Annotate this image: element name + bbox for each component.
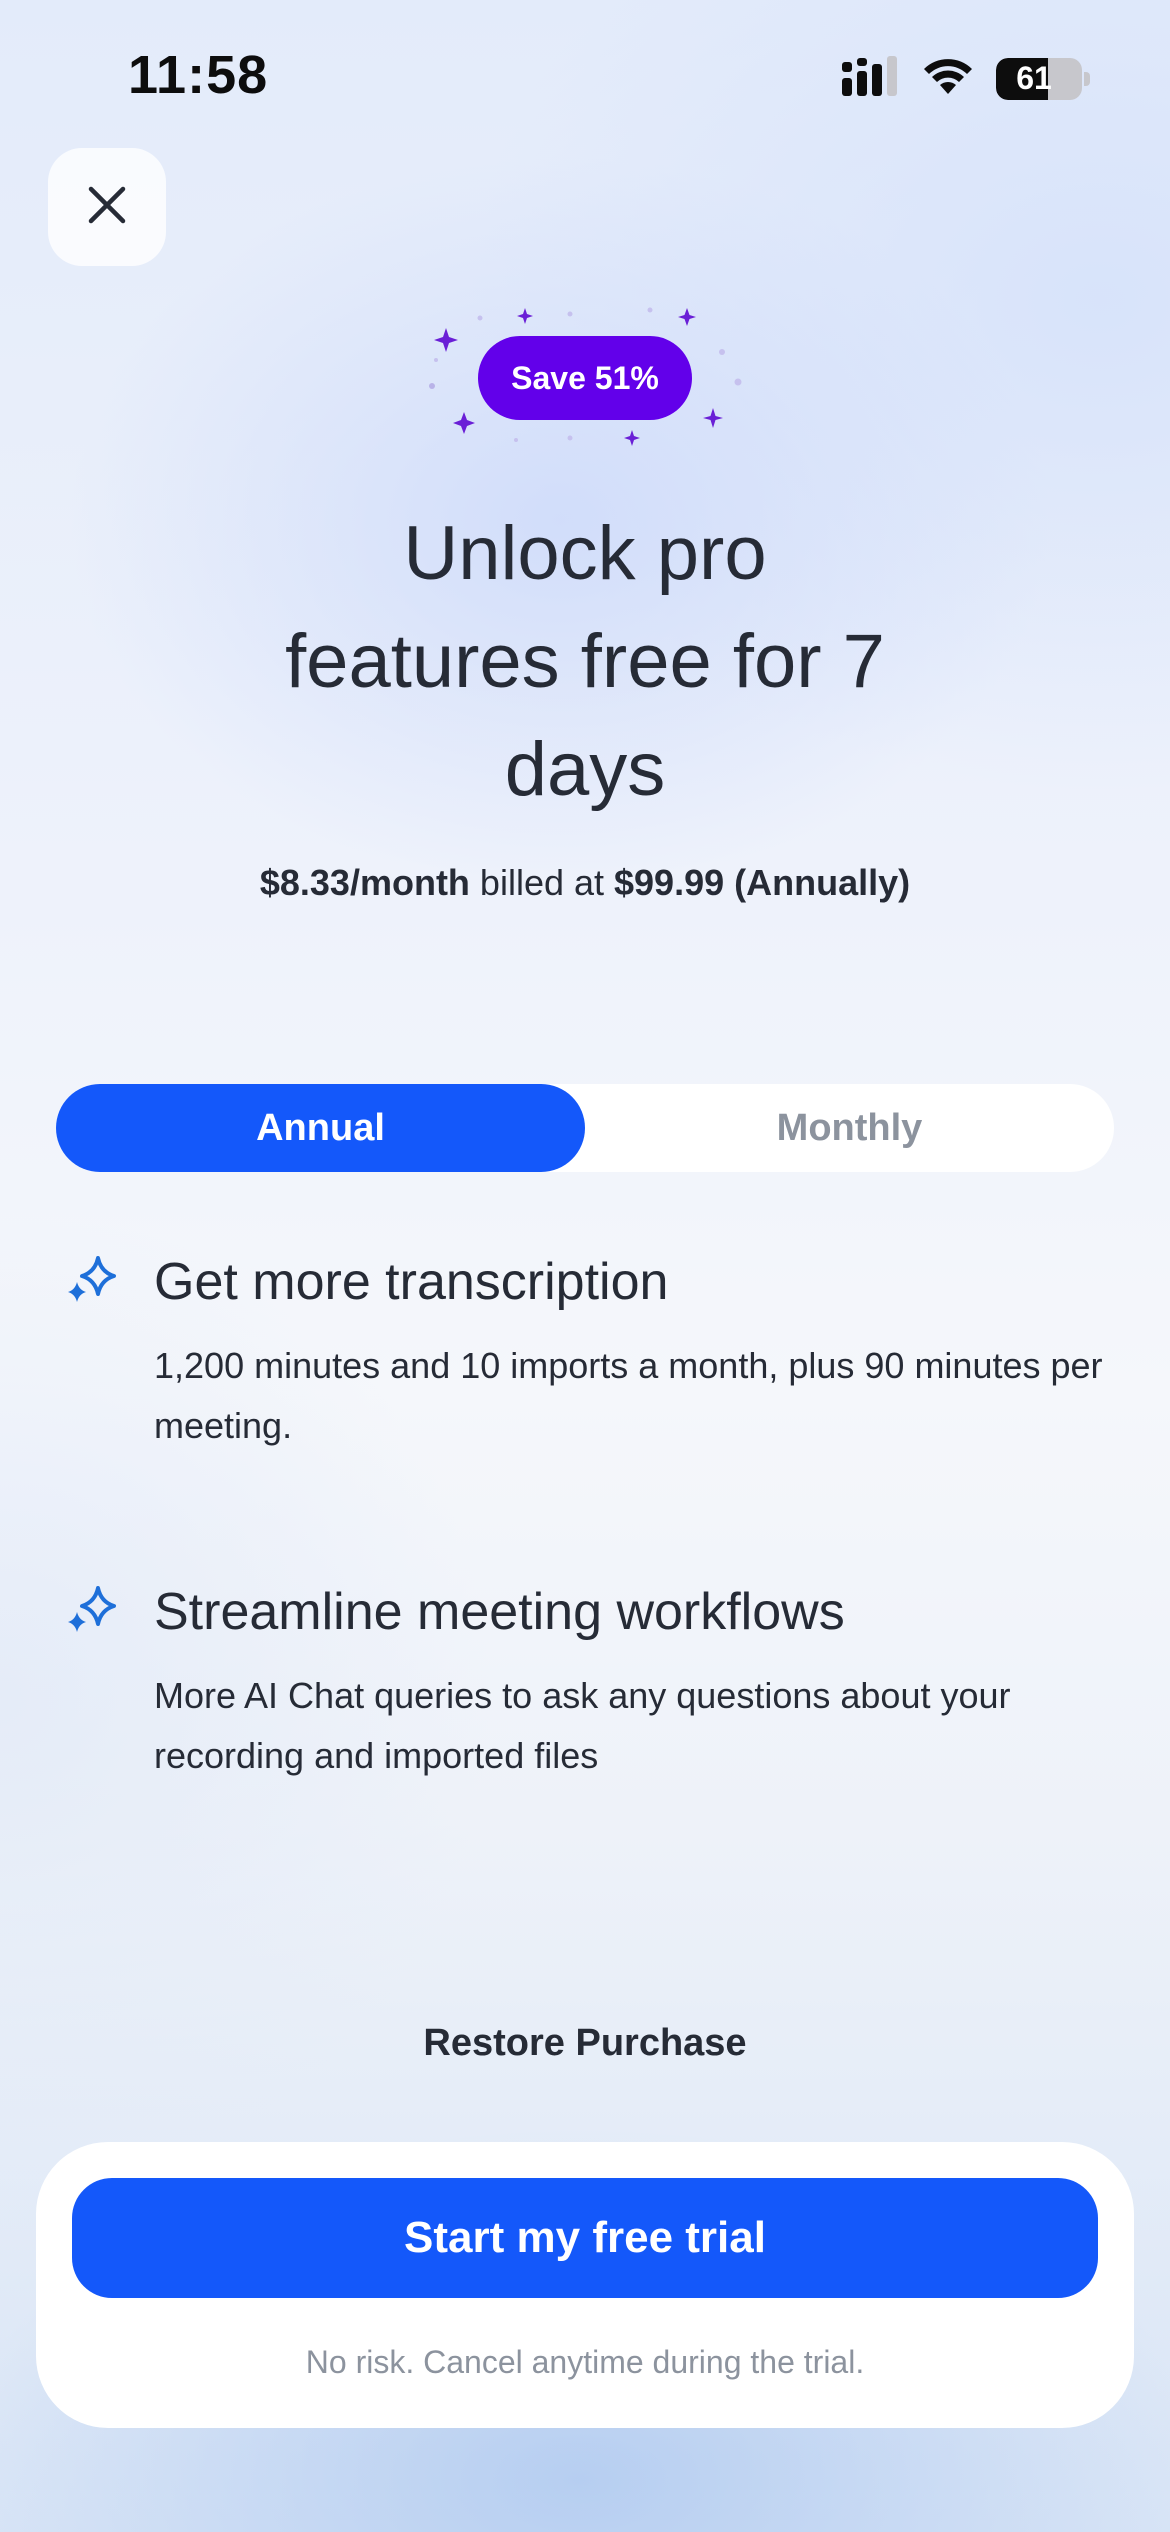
feature-description: 1,200 minutes and 10 imports a month, pl… [154,1345,1103,1446]
billed-text: billed at [469,862,615,903]
monthly-price: $8.33/month [259,862,470,903]
trial-disclaimer: No risk. Cancel anytime during the trial… [305,2344,865,2380]
close-button[interactable] [48,148,166,266]
sparkle-icon [64,1584,118,1645]
battery-level: 61 [1016,60,1052,96]
title-line-1: Unlock pro [403,511,767,596]
page-title: Unlock pro features free for 7 days [185,500,985,824]
battery-icon: 61 [996,57,1090,100]
plan-option-annual[interactable]: Annual [56,1084,585,1172]
sparkle-icon [64,1254,118,1315]
status-icons: 61 [842,56,1090,101]
start-free-trial-button[interactable]: Start my free trial [72,2178,1098,2298]
save-badge-group: Save 51% [420,300,750,450]
status-time: 11:58 [128,45,269,105]
cellular-signal-icon [842,56,900,101]
plan-toggle: Annual Monthly [56,1084,1114,1172]
feature-item: Streamline meeting workflows More AI Cha… [64,1582,1084,1802]
pricing-summary: $8.33/month billed at $99.99 (Annually) [85,862,1085,904]
title-line-2: features free for 7 [285,619,885,704]
title-line-3: days [504,727,666,812]
plan-option-monthly[interactable]: Monthly [585,1084,1114,1172]
feature-title: Streamline meeting workflows [154,1583,845,1641]
close-icon [87,185,127,230]
feature-description: More AI Chat queries to ask any question… [154,1675,1011,1776]
save-badge: Save 51% [478,336,692,420]
battery-cap [1084,71,1090,86]
wifi-icon [922,56,974,101]
restore-purchase-link[interactable]: Restore Purchase [335,2022,835,2065]
battery-body: 61 [996,57,1082,100]
annual-price: $99.99 (Annually) [614,862,911,903]
feature-item: Get more transcription 1,200 minutes and… [64,1252,1103,1472]
feature-title: Get more transcription [154,1253,669,1311]
cta-card: Start my free trial No risk. Cancel anyt… [36,2142,1134,2428]
